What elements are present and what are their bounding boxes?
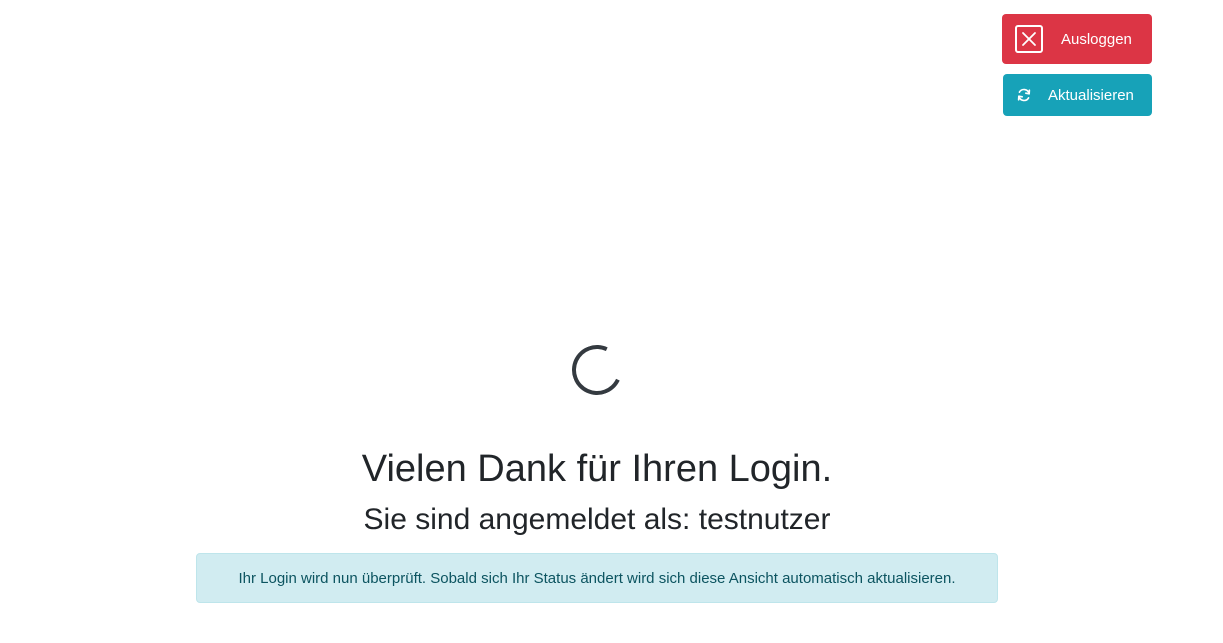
refresh-button[interactable]: Aktualisieren: [1003, 74, 1152, 116]
logout-button-label: Ausloggen: [1061, 30, 1132, 48]
page-title: Vielen Dank für Ihren Login.: [361, 448, 833, 490]
close-icon: [1015, 25, 1043, 53]
refresh-icon: [1016, 87, 1032, 103]
logout-button[interactable]: Ausloggen: [1002, 14, 1152, 64]
loading-spinner: [564, 337, 630, 403]
info-alert-text: Ihr Login wird nun überprüft. Sobald sic…: [238, 569, 956, 587]
refresh-button-label: Aktualisieren: [1048, 86, 1134, 104]
logged-in-as-text: Sie sind angemeldet als: testnutzer: [363, 503, 831, 536]
page: Ausloggen Aktualisieren Vielen Dank für …: [0, 0, 1223, 643]
info-alert: Ihr Login wird nun überprüft. Sobald sic…: [196, 553, 998, 603]
